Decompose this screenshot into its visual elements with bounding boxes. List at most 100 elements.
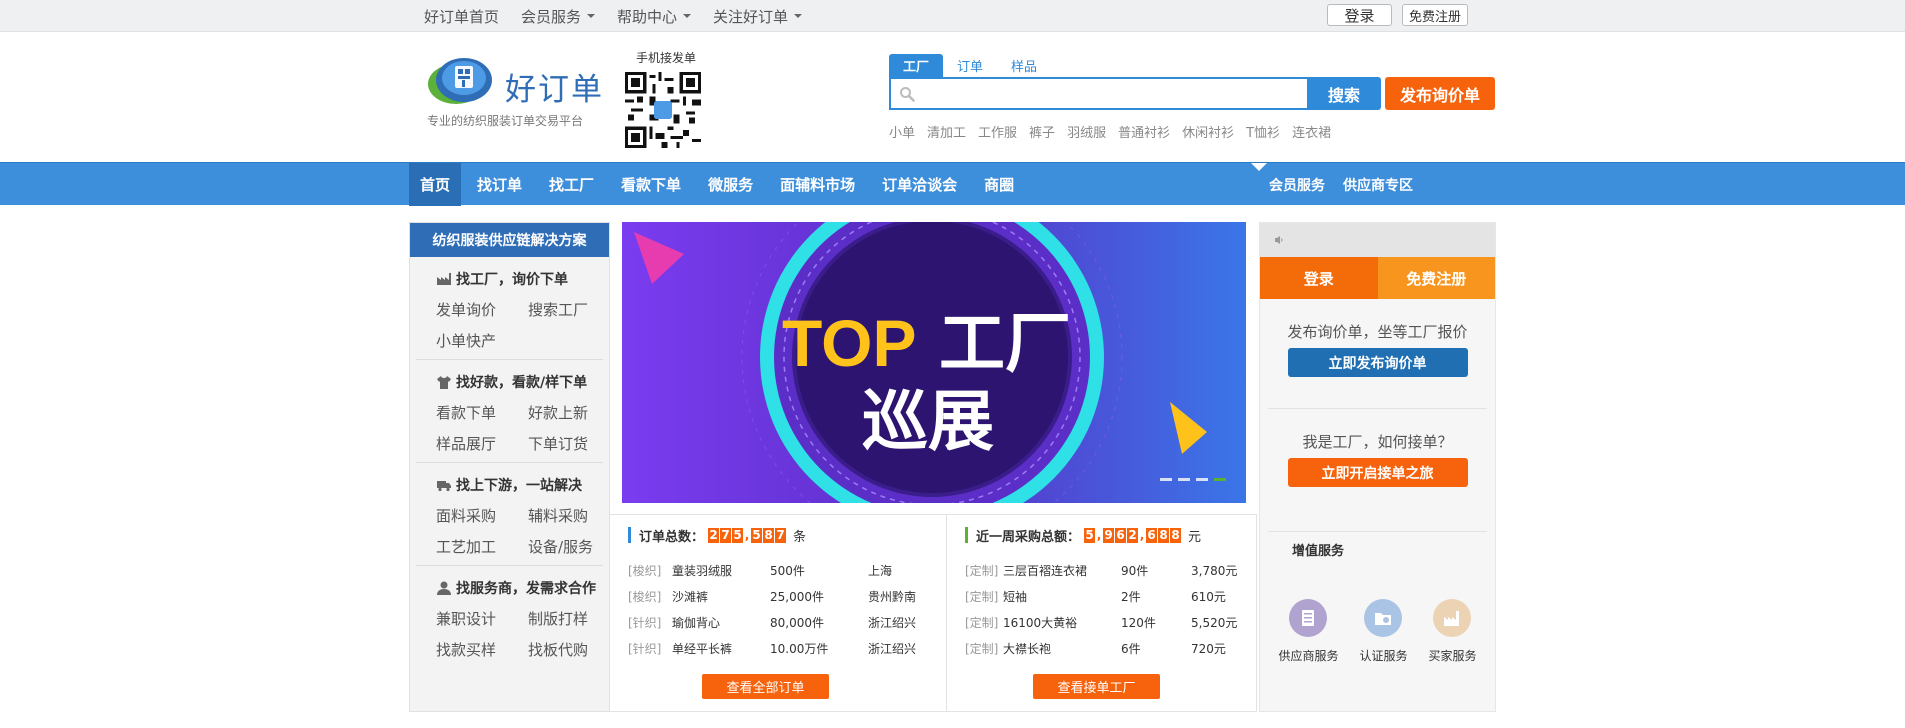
counter-digit: 7 xyxy=(775,527,787,543)
sidebar-link[interactable]: 发单询价 xyxy=(436,299,528,320)
sidebar-link[interactable]: 下单订货 xyxy=(528,433,620,454)
login-button[interactable]: 登录 xyxy=(1260,257,1378,299)
follow-menu[interactable]: 关注好订单 xyxy=(713,6,803,27)
list-item-name: 单经平长裤 xyxy=(672,641,733,656)
hot-keyword[interactable]: 裤子 xyxy=(1029,122,1055,141)
nav-order-fair[interactable]: 订单洽谈会 xyxy=(871,163,968,206)
top-login-button[interactable]: 登录 xyxy=(1327,4,1392,26)
list-item-amount: 720元 xyxy=(1191,641,1226,656)
hot-keyword[interactable]: 连衣裙 xyxy=(1292,122,1331,141)
sidebar-link[interactable]: 面料采购 xyxy=(436,505,528,526)
hot-keyword[interactable]: 工作服 xyxy=(978,122,1017,141)
buyer-service-label: 买家服务 xyxy=(1428,649,1477,663)
sidebar-link[interactable]: 好款上新 xyxy=(528,402,620,423)
purchase-total-label: 近一周采购总额： xyxy=(976,529,1081,545)
stats-panel: 订单总数： 275,587 条 [梭织] 童装羽绒服 500件 上海 [梭织] 沙滩裤 25… xyxy=(610,514,1257,712)
list-item[interactable]: [定制] 三层百褶连衣裙 90件 3,780元 xyxy=(965,557,1251,583)
main-nav: 首页 找订单 找工厂 看款下单 微服务 面辅料市场 订单洽谈会 商圈 会员服务 … xyxy=(0,162,1905,206)
sidebar-link[interactable]: 样品展厅 xyxy=(436,433,528,454)
buyer-service[interactable]: 买家服务 xyxy=(1428,599,1477,664)
certification-service-icon xyxy=(1364,599,1403,637)
orders-total-heading: 订单总数： 275,587 条 xyxy=(628,527,928,545)
top-register-button[interactable]: 免费注册 xyxy=(1402,4,1468,26)
value-added-services-title: 增值服务 xyxy=(1292,544,1345,559)
publish-inquiry-button[interactable]: 发布询价单 xyxy=(1385,77,1495,110)
supplier-service[interactable]: 供应商服务 xyxy=(1278,599,1339,664)
view-all-orders-button[interactable]: 查看全部订单 xyxy=(702,674,829,699)
list-item-place: 贵州黔南 xyxy=(868,589,917,604)
list-item-qty: 25,000件 xyxy=(770,589,824,604)
sidebar-link[interactable]: 搜索工厂 xyxy=(528,299,620,320)
member-menu-label: 会员服务 xyxy=(521,7,582,26)
banner-top-text: TOP xyxy=(782,306,916,380)
help-menu[interactable]: 帮助中心 xyxy=(617,6,692,27)
sidebar-link[interactable]: 兼职设计 xyxy=(436,608,528,629)
search-icon xyxy=(900,87,915,102)
counter-digit: 8 xyxy=(1158,527,1170,543)
orders-total-counter: 275,587 xyxy=(708,527,787,543)
nav-fabric-market[interactable]: 面辅料市场 xyxy=(769,163,866,206)
list-item[interactable]: [针织] 单经平长裤 10.00万件 浙江绍兴 xyxy=(628,635,928,661)
sidebar-link[interactable]: 小单快产 xyxy=(436,330,528,351)
list-item-amount: 610元 xyxy=(1191,589,1226,604)
hot-keyword[interactable]: T恤衫 xyxy=(1246,122,1280,141)
certification-service[interactable]: 认证服务 xyxy=(1359,599,1408,664)
list-item-name: 短袖 xyxy=(1003,589,1028,604)
home-link[interactable]: 好订单首页 xyxy=(424,6,499,27)
register-button[interactable]: 免费注册 xyxy=(1377,257,1495,299)
member-menu[interactable]: 会员服务 xyxy=(521,6,596,27)
start-receiving-orders-button[interactable]: 立即开启接单之旅 xyxy=(1287,458,1468,487)
hot-keyword[interactable]: 羽绒服 xyxy=(1067,122,1106,141)
list-item-tag: [针织] xyxy=(628,615,662,630)
hot-keyword[interactable]: 休闲衬衫 xyxy=(1182,122,1234,141)
qr-code-icon xyxy=(625,72,701,148)
list-item-tag: [定制] xyxy=(965,589,999,604)
sidebar-link[interactable]: 找板代购 xyxy=(528,639,620,660)
list-item[interactable]: [梭织] 沙滩裤 25,000件 贵州黔南 xyxy=(628,583,928,609)
nav-member-services[interactable]: 会员服务 xyxy=(1269,175,1325,195)
tab-samples[interactable]: 样品 xyxy=(997,54,1051,77)
list-item-name: 三层百褶连衣裙 xyxy=(1003,563,1088,578)
sidebar-link[interactable]: 看款下单 xyxy=(436,402,528,423)
chevron-down-icon xyxy=(683,14,692,18)
publish-inquiry-now-button[interactable]: 立即发布询价单 xyxy=(1287,348,1468,377)
nav-micro-services[interactable]: 微服务 xyxy=(697,163,764,206)
list-item[interactable]: [针织] 瑜伽背心 80,000件 浙江绍兴 xyxy=(628,609,928,635)
logo-subtitle: 专业的纺织服装订单交易平台 xyxy=(427,114,584,128)
sidebar-link[interactable]: 工艺加工 xyxy=(436,536,528,557)
list-item[interactable]: [定制] 大襟长袍 6件 720元 xyxy=(965,635,1251,661)
promo-banner[interactable]: TOP 工厂 巡展 xyxy=(622,222,1246,503)
tab-factory[interactable]: 工厂 xyxy=(889,54,944,77)
list-item[interactable]: [定制] 16100大黄裕 120件 5,520元 xyxy=(965,609,1251,635)
list-item-qty: 10.00万件 xyxy=(770,641,829,656)
factory-icon xyxy=(437,273,451,285)
search-button[interactable]: 搜索 xyxy=(1307,77,1381,110)
hot-keyword[interactable]: 普通衬衫 xyxy=(1118,122,1170,141)
main-content: 纺织服装供应链解决方案 找工厂，询价下单 发单询价 搜索工厂 小单快产 找好款，… xyxy=(409,222,1496,722)
hot-keyword[interactable]: 清加工 xyxy=(927,122,966,141)
tab-orders[interactable]: 订单 xyxy=(943,54,997,77)
list-item-qty: 2件 xyxy=(1121,589,1141,604)
sidebar-link[interactable]: 制版打样 xyxy=(528,608,620,629)
sidebar-link[interactable]: 找款买样 xyxy=(436,639,528,660)
view-factories-button[interactable]: 查看接单工厂 xyxy=(1033,674,1160,699)
sidebar-group-title: 找上下游，一站解决 xyxy=(436,475,603,495)
nav-business-circle[interactable]: 商圈 xyxy=(973,163,1025,206)
nav-view-styles[interactable]: 看款下单 xyxy=(610,163,692,206)
list-item[interactable]: [定制] 短袖 2件 610元 xyxy=(965,583,1251,609)
nav-home[interactable]: 首页 xyxy=(409,162,462,206)
nav-find-orders[interactable]: 找订单 xyxy=(466,163,533,206)
hot-keyword[interactable]: 小单 xyxy=(889,122,915,141)
banner-factory-text: 工厂 xyxy=(939,305,1071,382)
sidebar-link[interactable]: 辅料采购 xyxy=(528,505,620,526)
sidebar-group-title: 找工厂，询价下单 xyxy=(436,269,603,289)
nav-supplier-zone[interactable]: 供应商专区 xyxy=(1343,175,1413,195)
logo-icon[interactable] xyxy=(426,54,498,108)
auth-buttons: 登录 免费注册 xyxy=(1260,257,1495,299)
speaker-icon xyxy=(1275,236,1283,244)
logo-text[interactable]: 好订单 xyxy=(505,64,604,109)
list-item[interactable]: [梭织] 童装羽绒服 500件 上海 xyxy=(628,557,928,583)
sidebar-link[interactable]: 设备/服务 xyxy=(528,536,620,557)
search-input[interactable] xyxy=(921,82,1301,107)
nav-find-factories[interactable]: 找工厂 xyxy=(538,163,605,206)
